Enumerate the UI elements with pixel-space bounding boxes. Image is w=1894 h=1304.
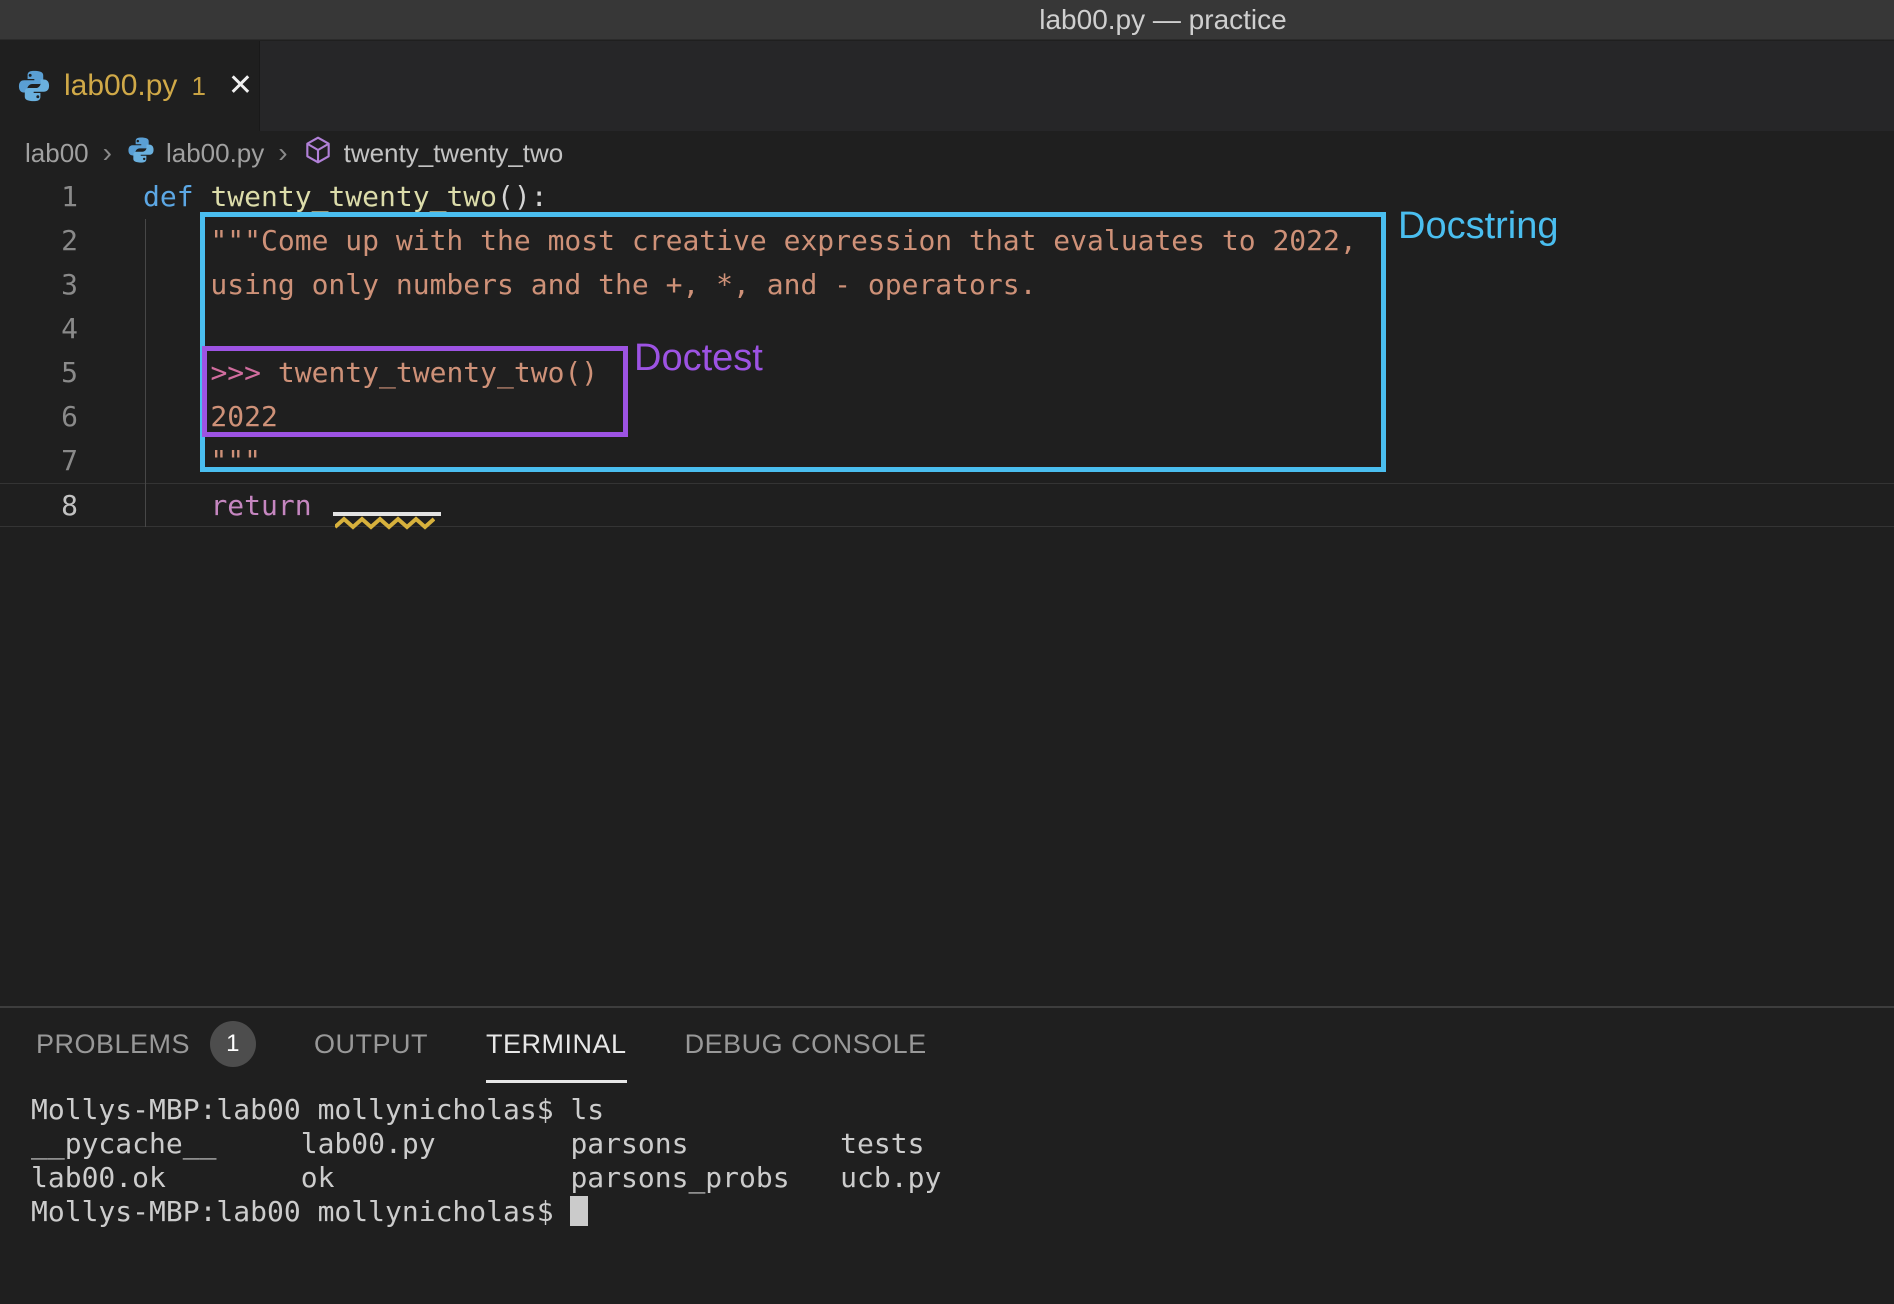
code-editor[interactable]: 1def twenty_twenty_two():2 """Come up wi… xyxy=(0,175,1894,1006)
cube-icon xyxy=(302,134,334,173)
breadcrumb-item-lab00[interactable]: lab00 xyxy=(25,138,89,169)
docstring-annotation-label: Docstring xyxy=(1398,205,1559,248)
code-line-2[interactable]: 2 """Come up with the most creative expr… xyxy=(0,219,1894,263)
terminal-line: Mollys-MBP:lab00 mollynicholas$ ls xyxy=(31,1093,1894,1127)
tab-strip: lab00.py 1 ✕ xyxy=(0,41,1894,131)
code-line-5[interactable]: 5 >>> twenty_twenty_two() xyxy=(0,351,1894,395)
terminal-line: lab00.ok ok parsons_probs ucb.py xyxy=(31,1161,1894,1195)
breadcrumb-item-twenty-twenty-two[interactable]: twenty_twenty_two xyxy=(302,134,564,173)
code-text: return xyxy=(78,484,328,526)
tab-problem-count: 1 xyxy=(191,71,205,102)
line-number: 3 xyxy=(0,263,78,307)
panel-tab-label: TERMINAL xyxy=(486,1029,627,1060)
code-line-1[interactable]: 1def twenty_twenty_two(): xyxy=(0,175,1894,219)
breadcrumb-item-lab00-py[interactable]: lab00.py xyxy=(126,135,264,172)
python-icon xyxy=(126,135,156,172)
window-title: lab00.py — practice xyxy=(1039,4,1286,36)
terminal-line: __pycache__ lab00.py parsons tests xyxy=(31,1127,1894,1161)
tab-filename: lab00.py xyxy=(64,69,177,103)
breadcrumb-separator: › xyxy=(103,137,112,169)
breadcrumb-label: twenty_twenty_two xyxy=(344,138,564,169)
panel-tab-label: DEBUG CONSOLE xyxy=(685,1029,927,1060)
squiggle-icon xyxy=(335,516,435,530)
code-text: """ xyxy=(78,439,261,483)
indent-guide xyxy=(145,219,146,527)
code-text: def twenty_twenty_two(): xyxy=(78,175,548,219)
line-number: 8 xyxy=(0,484,78,526)
vscode-window: lab00.py — practice lab00.py 1 ✕ lab00›l… xyxy=(0,0,1894,1304)
panel-tab-output[interactable]: OUTPUT xyxy=(314,1008,428,1083)
warning-squiggle xyxy=(333,512,441,530)
breadcrumb-label: lab00.py xyxy=(166,138,264,169)
panel-tabs: PROBLEMS 1 OUTPUT TERMINAL DEBUG CONSOLE xyxy=(0,1008,1894,1083)
tab-close-icon[interactable]: ✕ xyxy=(228,71,253,101)
title-bar: lab00.py — practice xyxy=(0,0,1894,40)
line-number: 6 xyxy=(0,395,78,439)
code-text: 2022 xyxy=(78,395,278,439)
terminal[interactable]: Mollys-MBP:lab00 mollynicholas$ ls__pyca… xyxy=(31,1093,1894,1229)
breadcrumb: lab00 › lab00.py › twenty_twenty_two xyxy=(0,131,1894,175)
breadcrumb-separator: › xyxy=(278,137,287,169)
panel-tab-label: OUTPUT xyxy=(314,1029,428,1060)
line-number: 1 xyxy=(0,175,78,219)
problems-count-badge: 1 xyxy=(210,1021,256,1067)
line-number: 2 xyxy=(0,219,78,263)
panel-tab-debug-console[interactable]: DEBUG CONSOLE xyxy=(685,1008,927,1083)
code-text: """Come up with the most creative expres… xyxy=(78,219,1357,263)
doctest-annotation-label: Doctest xyxy=(634,337,763,380)
panel-tab-terminal[interactable]: TERMINAL xyxy=(486,1008,627,1083)
code-line-8[interactable]: 8 return xyxy=(0,483,1894,527)
terminal-line: Mollys-MBP:lab00 mollynicholas$ xyxy=(31,1195,1894,1229)
breadcrumb-label: lab00 xyxy=(25,138,89,169)
code-line-3[interactable]: 3 using only numbers and the +, *, and -… xyxy=(0,263,1894,307)
panel-tab-label: PROBLEMS xyxy=(36,1029,190,1060)
python-file-icon xyxy=(16,68,52,104)
bottom-panel: PROBLEMS 1 OUTPUT TERMINAL DEBUG CONSOLE Mol… xyxy=(0,1006,1894,1304)
line-number: 7 xyxy=(0,439,78,483)
code-text xyxy=(78,307,143,351)
code-lines: 1def twenty_twenty_two():2 """Come up wi… xyxy=(0,175,1894,527)
terminal-cursor xyxy=(570,1196,588,1226)
panel-tab-problems[interactable]: PROBLEMS 1 xyxy=(36,1008,256,1083)
editor-tab-lab00[interactable]: lab00.py 1 ✕ xyxy=(0,41,260,131)
code-text: using only numbers and the +, *, and - o… xyxy=(78,263,1036,307)
code-line-6[interactable]: 6 2022 xyxy=(0,395,1894,439)
code-text: >>> twenty_twenty_two() xyxy=(78,351,598,395)
code-line-7[interactable]: 7 """ xyxy=(0,439,1894,483)
code-line-4[interactable]: 4 xyxy=(0,307,1894,351)
line-number: 4 xyxy=(0,307,78,351)
line-number: 5 xyxy=(0,351,78,395)
